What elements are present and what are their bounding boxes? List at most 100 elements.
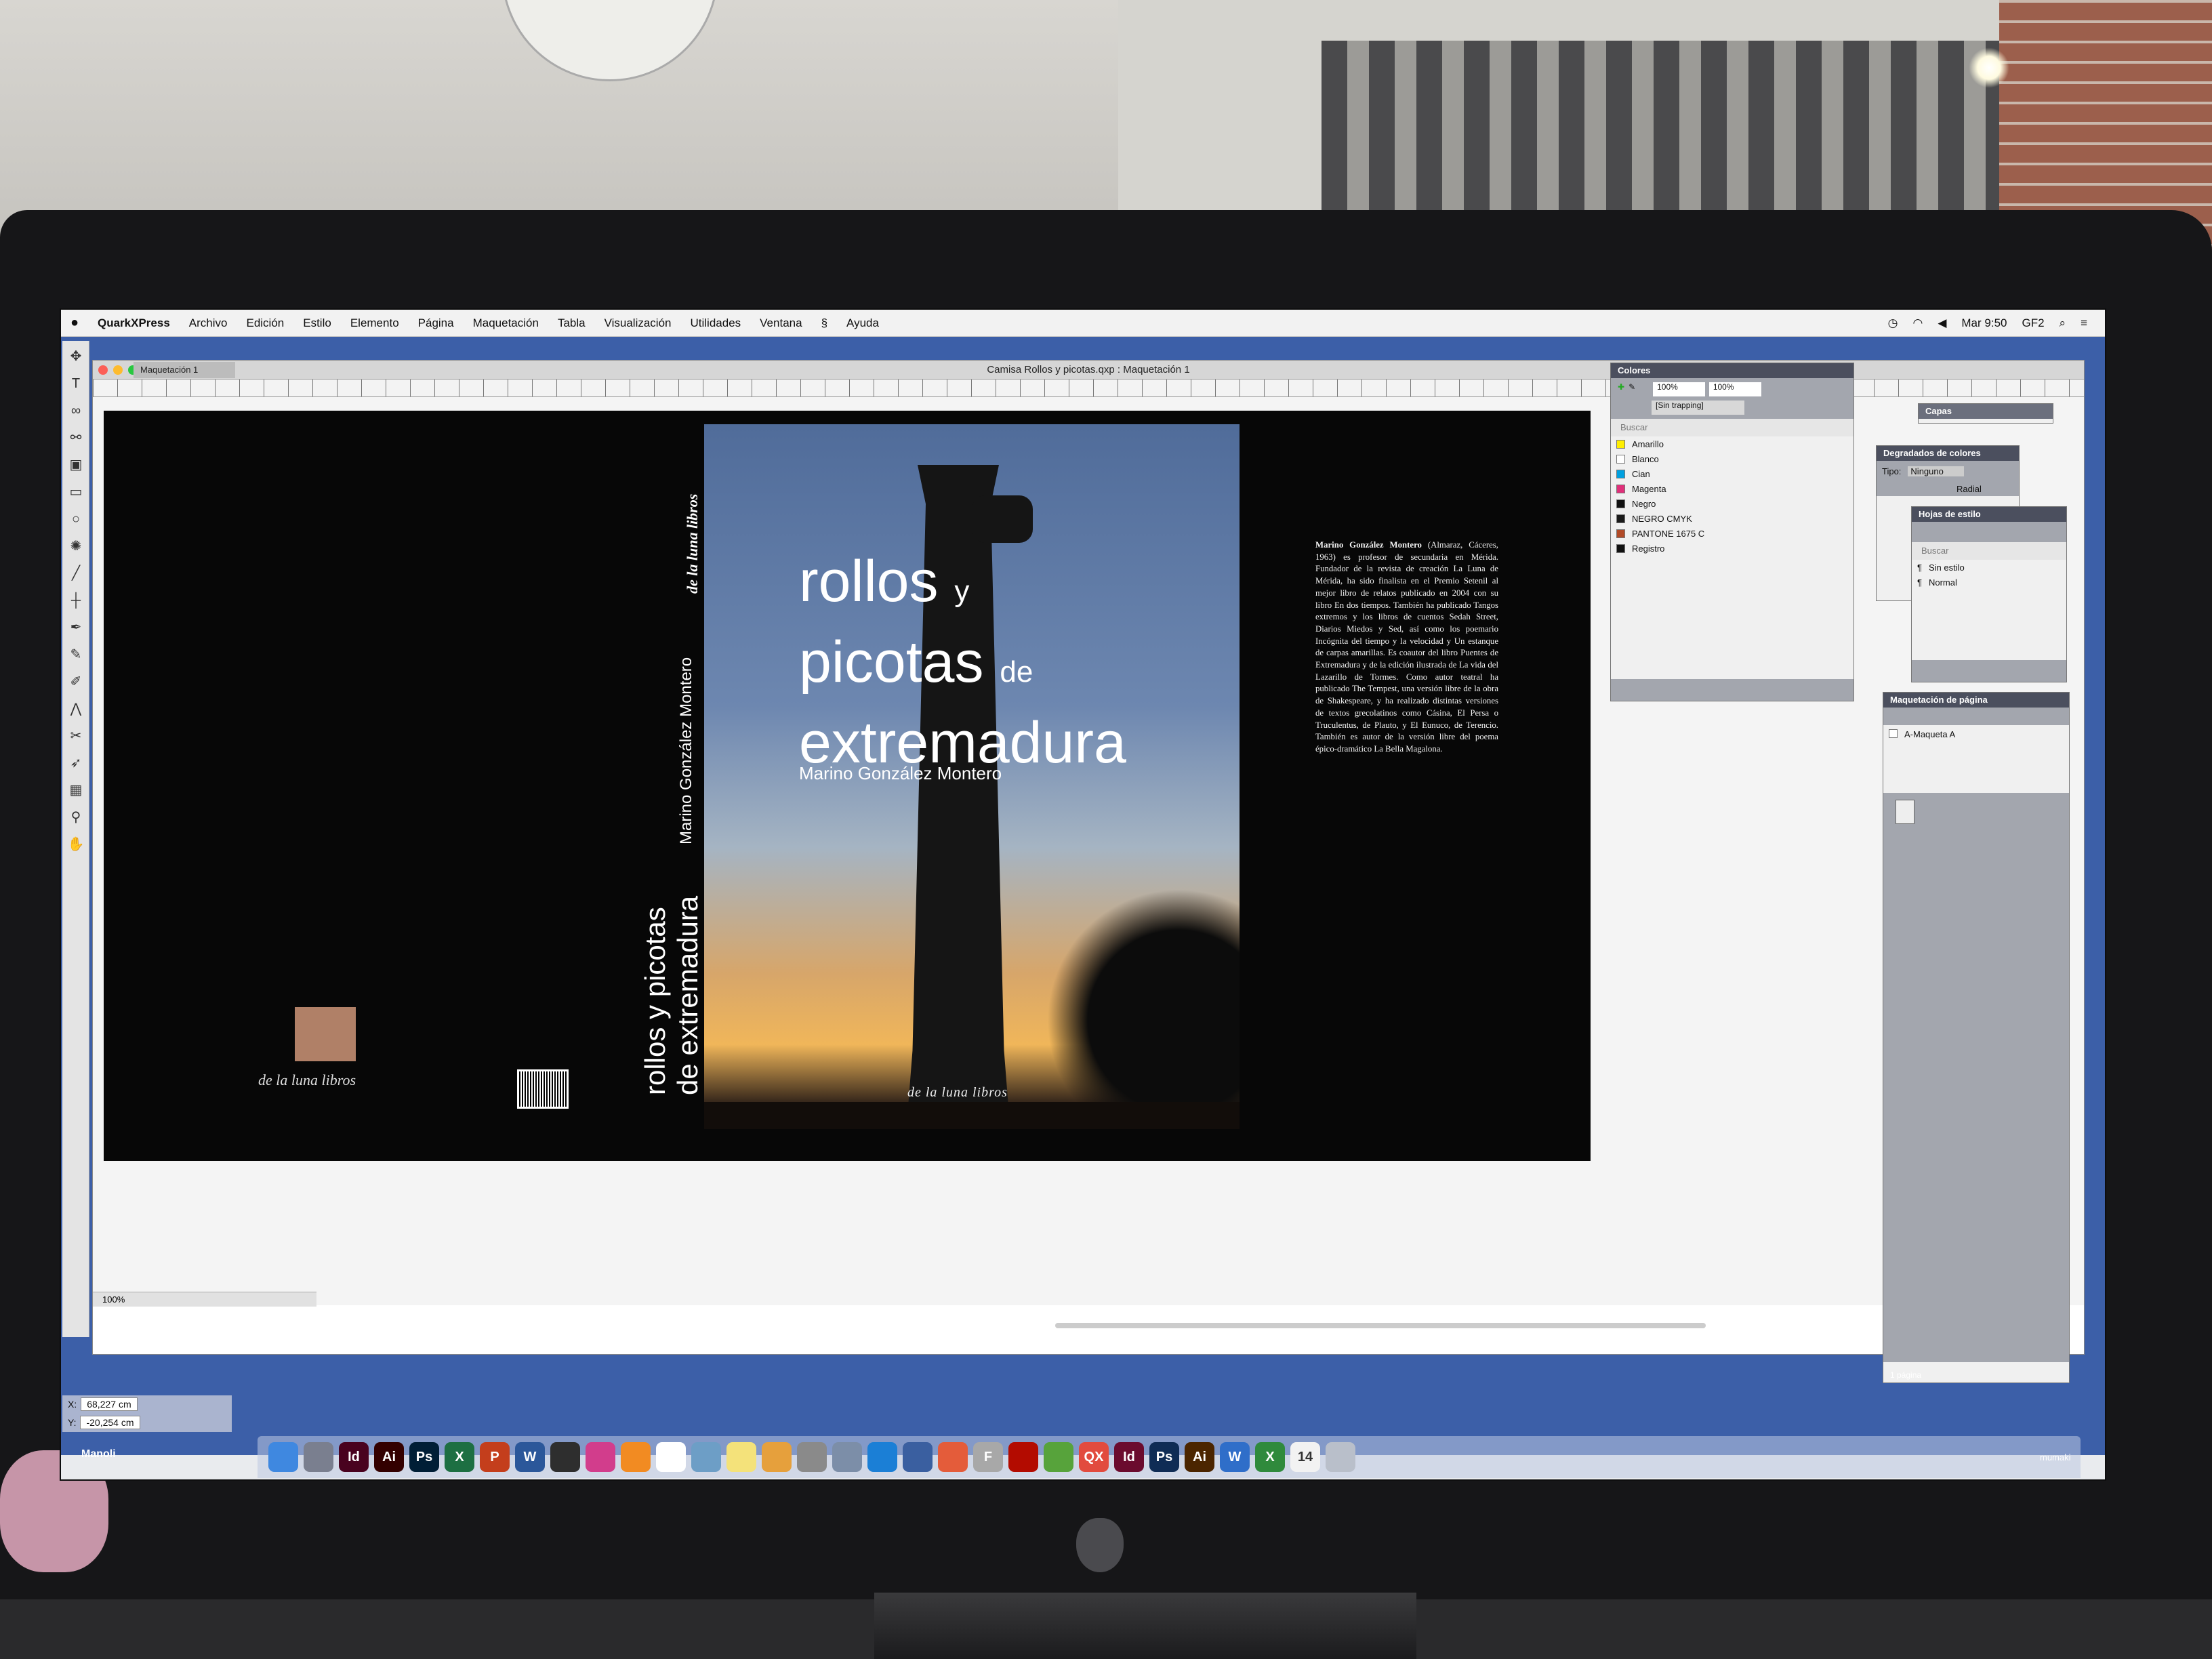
unlink-tool-icon[interactable]: ⚯ <box>64 426 87 449</box>
clock-label[interactable]: Mar 9:50 <box>1961 316 2007 330</box>
swatch-item[interactable]: Cian <box>1611 466 1853 481</box>
pen-tool-icon[interactable]: ✒ <box>64 616 87 639</box>
acrobat-icon[interactable] <box>1008 1442 1038 1472</box>
link-tool-icon[interactable]: ∞ <box>64 399 87 422</box>
swatch-item[interactable]: Blanco <box>1611 451 1853 466</box>
stylesheets-palette-title[interactable]: Hojas de estilo <box>1912 507 2066 522</box>
volume-icon[interactable]: ◀ <box>1938 316 1946 330</box>
qrcode-icon[interactable] <box>656 1442 686 1472</box>
script-menu-icon[interactable]: § <box>812 316 837 330</box>
picture-content-tool-icon[interactable]: ▣ <box>64 453 87 476</box>
oval-box-tool-icon[interactable]: ○ <box>64 508 87 531</box>
word-icon[interactable]: W <box>515 1442 545 1472</box>
orthogonal-line-tool-icon[interactable]: ┼ <box>64 589 87 612</box>
notes-icon[interactable] <box>726 1442 756 1472</box>
zoom-field[interactable]: 100% <box>93 1292 316 1307</box>
word-old-icon[interactable]: W <box>1220 1442 1250 1472</box>
move-tool-icon[interactable]: ✥ <box>64 345 87 368</box>
illustrator-cs-icon[interactable]: Ai <box>1185 1442 1214 1472</box>
line-tool-icon[interactable]: ╱ <box>64 562 87 585</box>
swatch-item[interactable]: PANTONE 1675 C <box>1611 526 1853 541</box>
gradients-palette-title[interactable]: Degradados de colores <box>1877 446 2019 461</box>
powerpoint-icon[interactable]: P <box>480 1442 510 1472</box>
flap-bio-text[interactable]: Marino González Montero (Almaraz, Cácere… <box>1315 539 1498 756</box>
apple-menu-icon[interactable]: ● <box>61 315 88 331</box>
excel-icon[interactable]: X <box>445 1442 474 1472</box>
indesign-cs-icon[interactable]: Id <box>1114 1442 1144 1472</box>
wifi-icon[interactable]: ◠ <box>1912 316 1923 330</box>
opacity-field-1[interactable]: 100% <box>1653 382 1705 396</box>
calendar-icon[interactable] <box>938 1442 968 1472</box>
opacity-field-2[interactable]: 100% <box>1708 382 1761 396</box>
finder-icon[interactable] <box>268 1442 298 1472</box>
swatch-item[interactable]: Amarillo <box>1611 436 1853 451</box>
edit-color-icon[interactable]: ✎ <box>1629 382 1635 396</box>
xquartz-icon[interactable] <box>550 1442 580 1472</box>
spotlight-icon[interactable]: ⌕ <box>2060 316 2066 330</box>
maps-icon[interactable] <box>1044 1442 1073 1472</box>
swatch-item[interactable]: Registro <box>1611 541 1853 556</box>
layout-tab[interactable]: Maquetación 1 <box>134 362 235 378</box>
menu-tabla[interactable]: Tabla <box>548 316 595 330</box>
swatch-item[interactable]: NEGRO CMYK <box>1611 511 1853 526</box>
cover-title[interactable]: rollos y picotas de extremadura <box>799 546 1126 778</box>
page-thumbnail[interactable] <box>1896 800 1914 824</box>
style-normal[interactable]: ¶ Normal <box>1912 575 2066 590</box>
quark-icon[interactable]: QX <box>1079 1442 1109 1472</box>
time-machine-icon[interactable]: ◷ <box>1888 316 1898 330</box>
add-point-tool-icon[interactable]: ✎ <box>64 643 87 666</box>
reminders-icon[interactable]: 14 <box>1290 1442 1320 1472</box>
photoshop-icon[interactable]: Ps <box>409 1442 439 1472</box>
close-window-icon[interactable] <box>98 365 108 375</box>
cover-publisher[interactable]: de la luna libros <box>907 1085 1008 1101</box>
trash-icon[interactable] <box>1326 1442 1355 1472</box>
input-source-label[interactable]: GF2 <box>2022 316 2044 330</box>
x-coordinate-field[interactable]: 68,227 cm <box>81 1397 138 1411</box>
menu-ayuda[interactable]: Ayuda <box>837 316 888 330</box>
new-color-icon[interactable]: ✚ <box>1618 382 1624 396</box>
app-menu[interactable]: QuarkXPress <box>88 316 180 330</box>
illustrator-icon[interactable]: Ai <box>374 1442 404 1472</box>
gradient-sub-label[interactable]: Radial <box>1957 484 1982 494</box>
mission-control-icon[interactable] <box>903 1442 933 1472</box>
photoshop-cs-icon[interactable]: Ps <box>1149 1442 1179 1472</box>
safari-icon[interactable] <box>867 1442 897 1472</box>
delete-point-tool-icon[interactable]: ✐ <box>64 670 87 693</box>
colors-search[interactable]: Buscar <box>1611 419 1853 436</box>
scissors-tool-icon[interactable]: ✂ <box>64 724 87 747</box>
menu-estilo[interactable]: Estilo <box>293 316 341 330</box>
table-tool-icon[interactable]: ▦ <box>64 779 87 802</box>
indesign-icon[interactable]: Id <box>339 1442 369 1472</box>
gradient-type-select[interactable]: Ninguno <box>1908 466 1964 476</box>
font-book-icon[interactable]: F <box>973 1442 1003 1472</box>
menu-maquetacion[interactable]: Maquetación <box>464 316 548 330</box>
settings-icon[interactable] <box>797 1442 827 1472</box>
notification-center-icon[interactable]: ≡ <box>2081 316 2087 330</box>
minimize-window-icon[interactable] <box>113 365 123 375</box>
pan-tool-icon[interactable]: ✋ <box>64 833 87 856</box>
horizontal-scrollbar[interactable] <box>1055 1323 1706 1328</box>
photos-icon[interactable] <box>762 1442 792 1472</box>
rocket-icon[interactable] <box>832 1442 862 1472</box>
swatch-item[interactable]: Magenta <box>1611 481 1853 496</box>
menu-utilidades[interactable]: Utilidades <box>681 316 751 330</box>
star-box-tool-icon[interactable]: ✺ <box>64 535 87 558</box>
y-coordinate-field[interactable]: -20,254 cm <box>80 1416 140 1429</box>
cover-author[interactable]: Marino González Montero <box>799 763 1002 784</box>
itunes-icon[interactable] <box>586 1442 615 1472</box>
launchpad-icon[interactable] <box>304 1442 333 1472</box>
stylesheets-search[interactable]: Buscar <box>1912 542 2066 560</box>
page-layout-palette-title[interactable]: Maquetación de página <box>1883 693 2069 708</box>
layers-palette-title[interactable]: Capas <box>1919 404 2053 419</box>
rectangle-box-tool-icon[interactable]: ▭ <box>64 480 87 504</box>
select-point-tool-icon[interactable]: ➶ <box>64 752 87 775</box>
zoom-tool-icon[interactable]: ⚲ <box>64 806 87 829</box>
menu-elemento[interactable]: Elemento <box>341 316 409 330</box>
book-jacket-spread[interactable]: de la luna libros de la luna libros Mari… <box>104 411 1591 1161</box>
trapping-field[interactable]: [Sin trapping] <box>1652 401 1744 415</box>
menu-pagina[interactable]: Página <box>409 316 464 330</box>
books-icon[interactable] <box>621 1442 651 1472</box>
master-page-item[interactable]: A-Maqueta A <box>1883 725 2069 793</box>
style-sin-estilo[interactable]: ¶ Sin estilo <box>1912 560 2066 575</box>
swatch-item[interactable]: Negro <box>1611 496 1853 511</box>
